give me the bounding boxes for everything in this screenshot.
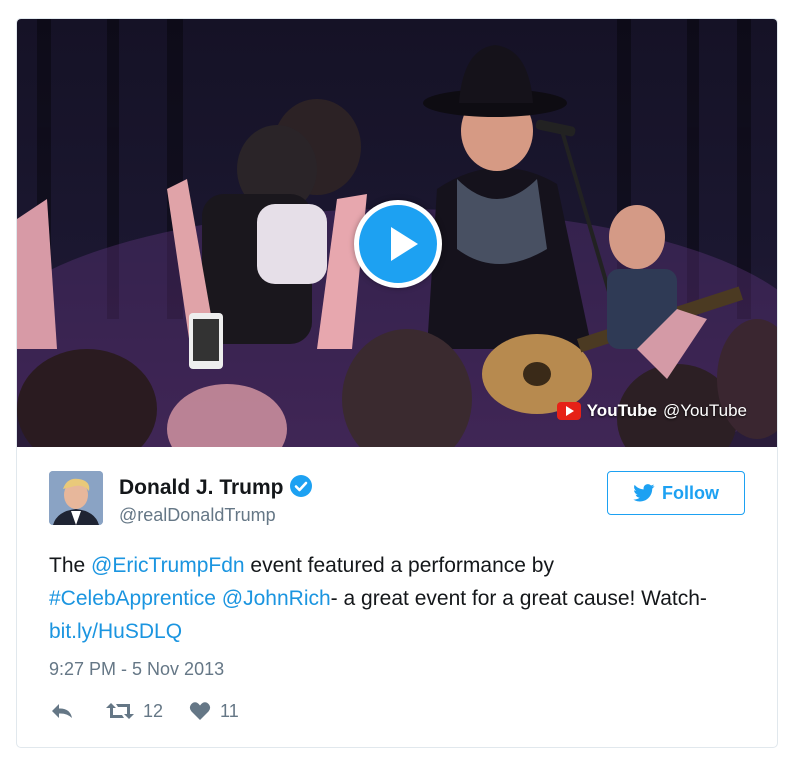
heart-icon <box>189 702 211 720</box>
hashtag-link-celebapprentice[interactable]: #CelebApprentice <box>49 587 216 610</box>
youtube-brand-label: YouTube <box>586 401 657 420</box>
tweet-text-segment: event featured a performance by <box>244 554 554 577</box>
verified-badge-icon <box>289 475 312 497</box>
tweet-text-segment: The <box>49 554 92 577</box>
twitter-bird-icon <box>633 484 655 502</box>
play-button[interactable] <box>354 200 442 288</box>
short-url-link[interactable]: bit.ly/HuSDLQ <box>49 620 182 643</box>
tweet-actions: 12 11 <box>49 699 239 723</box>
mention-link-johnrich[interactable]: @JohnRich <box>222 587 331 610</box>
follow-button-label: Follow <box>662 482 719 503</box>
author-name[interactable]: Donald J. Trump <box>119 475 312 500</box>
like-button[interactable]: 11 <box>189 701 239 722</box>
youtube-logo-icon <box>556 402 581 420</box>
youtube-attribution[interactable]: YouTube @YouTube <box>556 401 747 421</box>
retweet-icon <box>106 703 134 719</box>
play-icon <box>391 227 418 261</box>
avatar[interactable] <box>49 471 103 525</box>
tweet-card: YouTube @YouTube Donald J. Trump @realDo… <box>16 18 778 748</box>
tweet-header: Donald J. Trump @realDonaldTrump Follow <box>49 471 745 531</box>
reply-icon <box>52 704 72 718</box>
avatar-portrait-image <box>49 471 103 525</box>
youtube-handle-label: @YouTube <box>662 401 747 420</box>
retweet-count: 12 <box>143 700 164 721</box>
reply-button[interactable] <box>49 701 75 721</box>
tweet-timestamp[interactable]: 9:27 PM - 5 Nov 2013 <box>49 659 224 680</box>
retweet-button[interactable]: 12 <box>105 701 163 722</box>
mention-link-ericTrumpFdn[interactable]: @EricTrumpFdn <box>91 554 245 577</box>
like-count: 11 <box>220 700 239 721</box>
tweet-text: The @EricTrumpFdn event featured a perfo… <box>49 549 749 648</box>
author-name-label: Donald J. Trump <box>119 476 284 499</box>
follow-button[interactable]: Follow <box>607 471 745 515</box>
tweet-text-segment: - a great event for a great cause! Watch… <box>330 587 707 610</box>
author-handle[interactable]: @realDonaldTrump <box>119 505 276 526</box>
video-thumbnail[interactable]: YouTube @YouTube <box>17 19 777 447</box>
